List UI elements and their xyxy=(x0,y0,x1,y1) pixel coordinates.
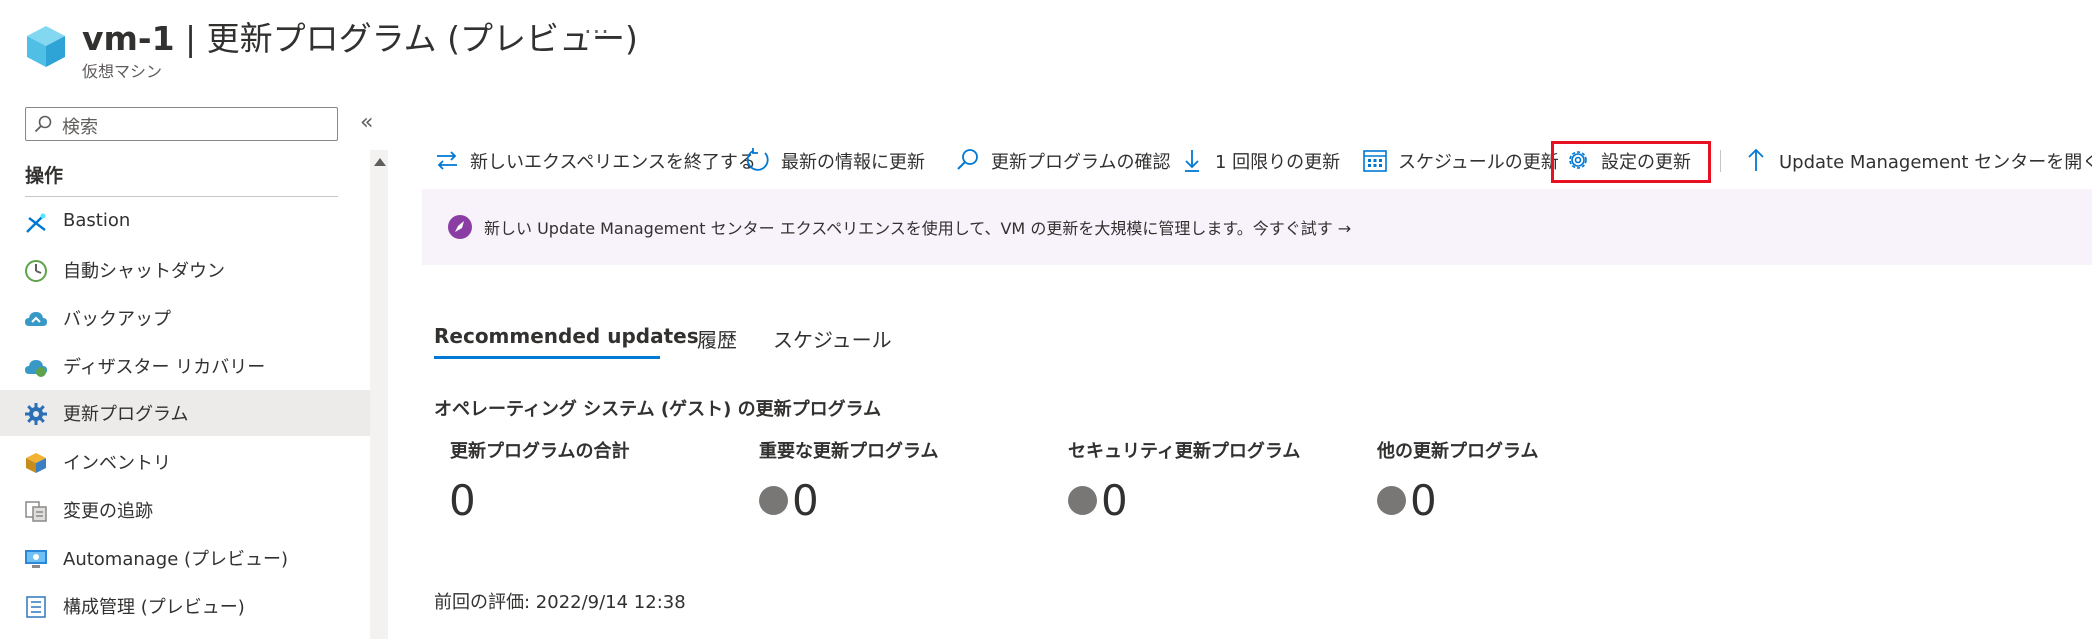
schedule-update-label: スケジュールの更新 xyxy=(1398,152,1559,173)
open-update-center-label: Update Management センターを開く xyxy=(1779,152,2092,173)
other-updates-value: 0 xyxy=(1377,476,1437,525)
exit-new-experience-label: 新しいエクスペリエンスを終了する xyxy=(470,152,756,173)
vm-cube-icon xyxy=(27,26,65,67)
sidebar-item-label: ディザスター リカバリー xyxy=(63,357,266,378)
security-updates-label: セキュリティ更新プログラム xyxy=(1068,441,1301,462)
sidebar-item-bastion[interactable]: Bastion xyxy=(0,200,370,246)
tab-recommended-updates[interactable]: Recommended updates xyxy=(434,324,699,348)
sidebar-item-label: 更新プログラム xyxy=(63,404,189,425)
one-time-update-label: 1 回限りの更新 xyxy=(1215,152,1341,173)
sidebar-item-backup[interactable]: バックアップ xyxy=(0,295,370,341)
page-title-rest: | 更新プログラム (プレビュー) xyxy=(174,19,638,58)
total-updates-value: 0 xyxy=(449,476,476,525)
sidebar-item-label: 変更の追跡 xyxy=(63,501,153,522)
sidebar-scrollbar[interactable] xyxy=(370,150,388,639)
inventory-box-icon xyxy=(26,453,46,473)
sidebar-item-label: Bastion xyxy=(63,210,131,231)
search-input[interactable]: 検索 xyxy=(25,107,338,141)
refresh-icon xyxy=(746,148,769,171)
search-icon xyxy=(957,149,978,170)
banner-text[interactable]: 新しい Update Management センター エクスペリエンスを使用して… xyxy=(484,215,1351,239)
toolbar-separator xyxy=(1720,150,1721,172)
security-updates-count: 0 xyxy=(1101,476,1128,525)
clock-icon xyxy=(25,260,47,282)
status-dot-icon xyxy=(1068,486,1097,515)
rocket-icon xyxy=(448,215,472,239)
swap-arrows-icon xyxy=(437,151,457,170)
sidebar-item-automanage[interactable]: Automanage (プレビュー) xyxy=(0,535,370,581)
search-placeholder: 検索 xyxy=(62,117,98,138)
sidebar-item-label: バックアップ xyxy=(63,309,171,330)
scroll-up-arrow-icon[interactable] xyxy=(374,158,386,166)
gear-icon xyxy=(25,403,47,425)
total-updates-label: 更新プログラムの合計 xyxy=(450,441,630,462)
more-options-button[interactable]: ··· xyxy=(584,18,610,46)
status-dot-icon xyxy=(1377,486,1406,515)
sidebar-item-updates[interactable]: 更新プログラム xyxy=(0,390,370,436)
download-arrow-icon xyxy=(1185,150,1199,172)
disaster-recovery-icon xyxy=(25,360,47,377)
new-experience-banner[interactable]: 新しい Update Management センター エクスペリエンスを使用して… xyxy=(422,189,2092,265)
sidebar-item-auto-shutdown[interactable]: 自動シャットダウン xyxy=(0,247,370,293)
change-tracking-icon xyxy=(25,501,47,522)
other-updates-label: 他の更新プログラム xyxy=(1377,441,1539,462)
settings-highlight-box xyxy=(1551,141,1711,183)
status-dot-icon xyxy=(759,486,788,515)
total-updates-count: 0 xyxy=(449,476,476,525)
sidebar-item-inventory[interactable]: インベントリ xyxy=(0,439,370,485)
critical-updates-value: 0 xyxy=(759,476,819,525)
calendar-icon xyxy=(1363,150,1387,172)
sidebar-item-label: インベントリ xyxy=(63,453,171,474)
critical-updates-count: 0 xyxy=(792,476,819,525)
security-updates-value: 0 xyxy=(1068,476,1128,525)
sidebar-item-change-tracking[interactable]: 変更の追跡 xyxy=(0,487,370,533)
sidebar-item-label: 構成管理 (プレビュー) xyxy=(63,597,245,618)
config-list-icon xyxy=(26,596,46,618)
check-updates-label: 更新プログラムの確認 xyxy=(991,152,1171,173)
page-subtitle: 仮想マシン xyxy=(82,62,163,81)
vm-name: vm-1 xyxy=(82,19,175,58)
automanage-monitor-icon xyxy=(25,550,47,568)
critical-updates-label: 重要な更新プログラム xyxy=(759,441,939,462)
section-heading-operations: 操作 xyxy=(25,165,64,187)
page-title: vm-1 | 更新プログラム (プレビュー) xyxy=(82,12,638,60)
search-icon xyxy=(34,115,52,133)
collapse-sidebar-button[interactable]: « xyxy=(360,110,373,135)
bastion-icon xyxy=(26,213,46,233)
refresh-label: 最新の情報に更新 xyxy=(781,152,925,173)
sidebar-item-label: Automanage (プレビュー) xyxy=(63,549,289,570)
sidebar-item-disaster-recovery[interactable]: ディザスター リカバリー xyxy=(0,343,370,389)
active-tab-underline xyxy=(434,356,660,359)
backup-cloud-icon xyxy=(25,312,47,326)
section-divider xyxy=(25,196,338,197)
last-assessment-text: 前回の評価: 2022/9/14 12:38 xyxy=(434,592,686,613)
sidebar-item-label: 自動シャットダウン xyxy=(63,261,225,282)
tab-schedule[interactable]: スケジュール xyxy=(773,324,892,353)
os-updates-heading: オペレーティング システム (ゲスト) の更新プログラム xyxy=(434,399,882,420)
tab-history[interactable]: 履歴 xyxy=(697,324,737,353)
arrow-up-icon xyxy=(1748,148,1764,171)
sidebar-item-config-management[interactable]: 構成管理 (プレビュー) xyxy=(0,583,370,629)
other-updates-count: 0 xyxy=(1410,476,1437,525)
